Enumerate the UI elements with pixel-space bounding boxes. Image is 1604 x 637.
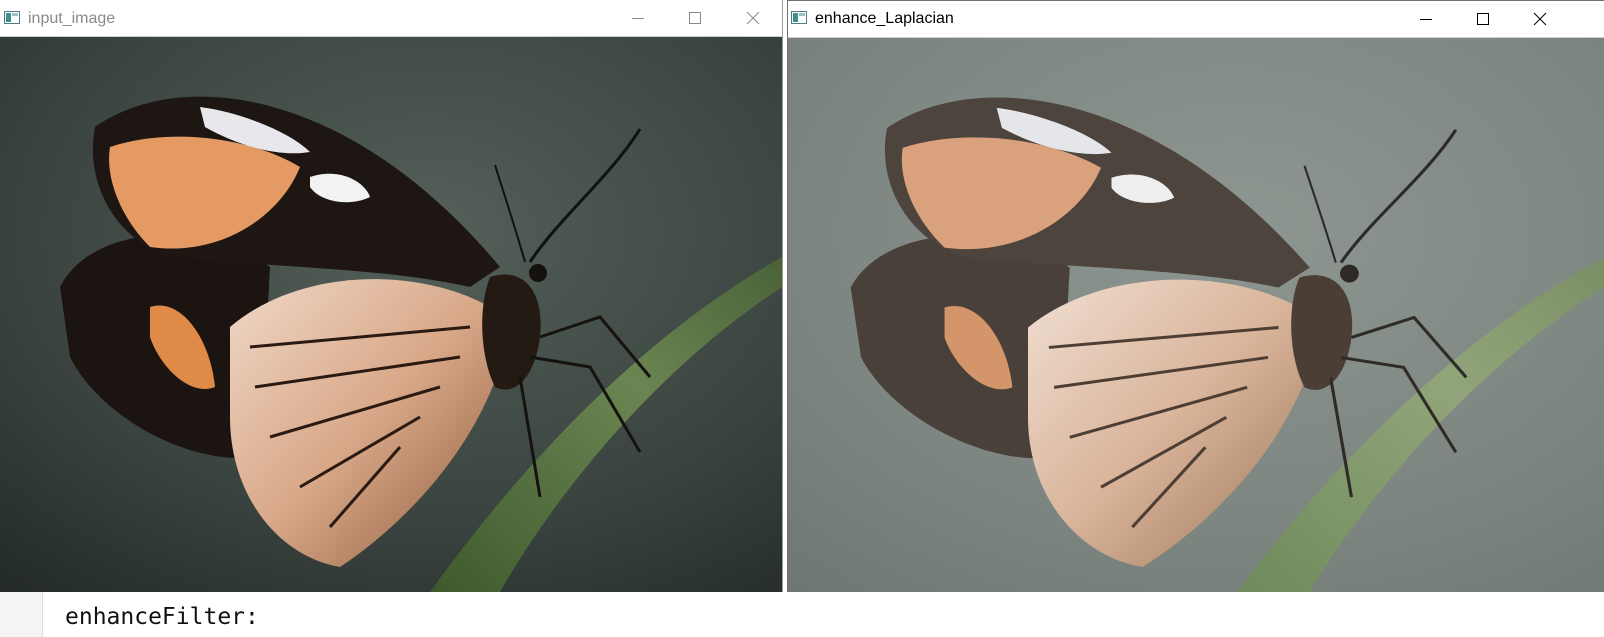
minimize-icon[interactable]	[1398, 1, 1454, 37]
title-bar[interactable]: input_image	[0, 0, 782, 37]
maximize-icon[interactable]	[1455, 1, 1511, 37]
input-image-window[interactable]: input_image	[0, 0, 783, 592]
image-canvas	[788, 38, 1604, 592]
code-editor[interactable]: enhanceFilter:	[0, 592, 1604, 637]
window-title: enhance_Laplacian	[815, 10, 954, 27]
opencv-window-icon	[791, 11, 807, 24]
butterfly-photo	[0, 37, 782, 592]
opencv-window-icon	[4, 11, 20, 24]
close-icon[interactable]	[725, 0, 781, 36]
code-line[interactable]: enhanceFilter:	[65, 604, 259, 630]
close-icon[interactable]	[1512, 1, 1568, 37]
minimize-icon[interactable]	[610, 0, 666, 36]
enhance-laplacian-window[interactable]: enhance_Laplacian	[787, 0, 1604, 592]
maximize-icon[interactable]	[667, 0, 723, 36]
window-title: input_image	[28, 10, 116, 27]
editor-gutter	[0, 592, 43, 637]
butterfly-photo-enhanced	[788, 38, 1604, 592]
image-canvas	[0, 37, 782, 592]
title-bar[interactable]: enhance_Laplacian	[788, 1, 1604, 38]
